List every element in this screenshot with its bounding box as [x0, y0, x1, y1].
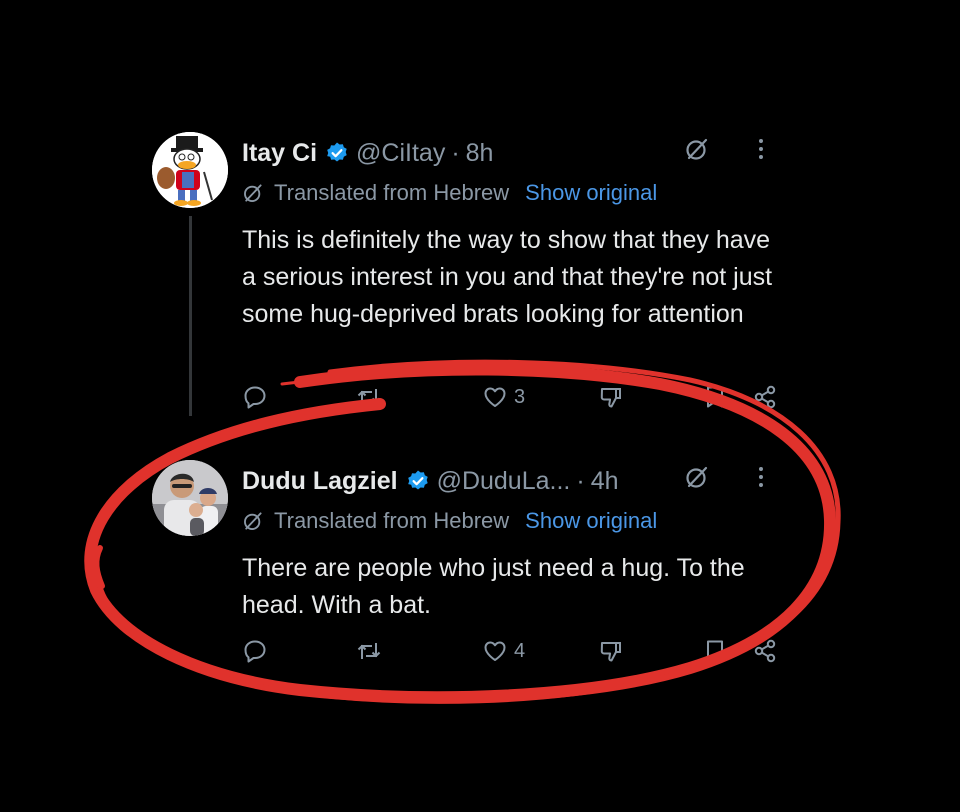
- verified-badge-icon: [407, 470, 428, 490]
- more-icon[interactable]: [748, 464, 774, 490]
- dislike-icon: [600, 642, 621, 662]
- translated-label: Translated from Hebrew: [274, 180, 510, 205]
- grok-icon[interactable]: [684, 464, 710, 490]
- bookmark-icon: [707, 386, 723, 408]
- cartoon-duck-avatar: [152, 132, 228, 208]
- translate-icon: [244, 512, 262, 530]
- translation-notice: Translated from Hebrew Show original: [242, 180, 657, 206]
- tweet-text: This is definitely the way to show that …: [242, 226, 773, 328]
- author-name[interactable]: Dudu Lagziel: [242, 467, 398, 496]
- dislike-button[interactable]: [598, 384, 624, 410]
- more-icon[interactable]: [748, 136, 774, 162]
- tweet-1[interactable]: Itay Ci @CiItay · 8h Translated from Heb…: [138, 118, 802, 436]
- reply-button[interactable]: [242, 638, 268, 664]
- repost-button[interactable]: [356, 638, 382, 664]
- post-time[interactable]: 4h: [591, 467, 619, 496]
- like-button[interactable]: 3: [482, 384, 525, 410]
- dislike-icon: [600, 388, 621, 408]
- header-actions: [684, 464, 774, 490]
- author-handle[interactable]: @DuduLa...: [437, 467, 571, 496]
- bookmark-button[interactable]: [702, 638, 728, 664]
- tweet-text: There are people who just need a hug. To…: [242, 554, 745, 619]
- translate-icon: [244, 184, 262, 202]
- tweet-header: Itay Ci @CiItay · 8h: [242, 136, 493, 170]
- repost-icon: [357, 643, 381, 659]
- dislike-button[interactable]: [598, 638, 624, 664]
- translation-notice: Translated from Hebrew Show original: [242, 508, 657, 534]
- reply-button[interactable]: [242, 384, 268, 410]
- avatar[interactable]: [152, 460, 228, 536]
- family-photo-avatar: [152, 460, 228, 536]
- like-count: 3: [514, 385, 526, 408]
- share-icon: [754, 385, 776, 409]
- author-handle[interactable]: @CiItay: [356, 139, 445, 168]
- grok-icon[interactable]: [684, 136, 710, 162]
- tweet-2[interactable]: Dudu Lagziel @DuduLa... · 4h Translated …: [138, 454, 802, 694]
- reply-icon: [244, 386, 266, 409]
- share-button[interactable]: [752, 384, 778, 410]
- author-name[interactable]: Itay Ci: [242, 139, 317, 168]
- bookmark-icon: [707, 640, 723, 662]
- header-actions: [684, 136, 774, 162]
- avatar[interactable]: [152, 132, 228, 208]
- action-bar: 3: [242, 384, 780, 420]
- heart-icon: [484, 641, 506, 661]
- separator-dot: ·: [451, 138, 460, 167]
- separator-dot: ·: [576, 466, 585, 495]
- heart-icon: [484, 387, 506, 407]
- show-original-link[interactable]: Show original: [525, 508, 657, 534]
- repost-icon: [357, 389, 381, 405]
- tweet-panel: Itay Ci @CiItay · 8h Translated from Heb…: [138, 118, 802, 704]
- share-icon: [754, 639, 776, 663]
- like-count: 4: [514, 639, 526, 662]
- show-original-link[interactable]: Show original: [525, 180, 657, 206]
- verified-badge-icon: [327, 142, 347, 162]
- post-time[interactable]: 8h: [466, 139, 494, 168]
- translated-label: Translated from Hebrew: [274, 508, 510, 533]
- tweet-header: Dudu Lagziel @DuduLa... · 4h: [242, 464, 619, 498]
- share-button[interactable]: [752, 638, 778, 664]
- action-bar: 4: [242, 638, 780, 674]
- bookmark-button[interactable]: [702, 384, 728, 410]
- repost-button[interactable]: [356, 384, 382, 410]
- like-button[interactable]: 4: [482, 638, 525, 664]
- thread-line: [189, 216, 192, 416]
- reply-icon: [244, 640, 266, 663]
